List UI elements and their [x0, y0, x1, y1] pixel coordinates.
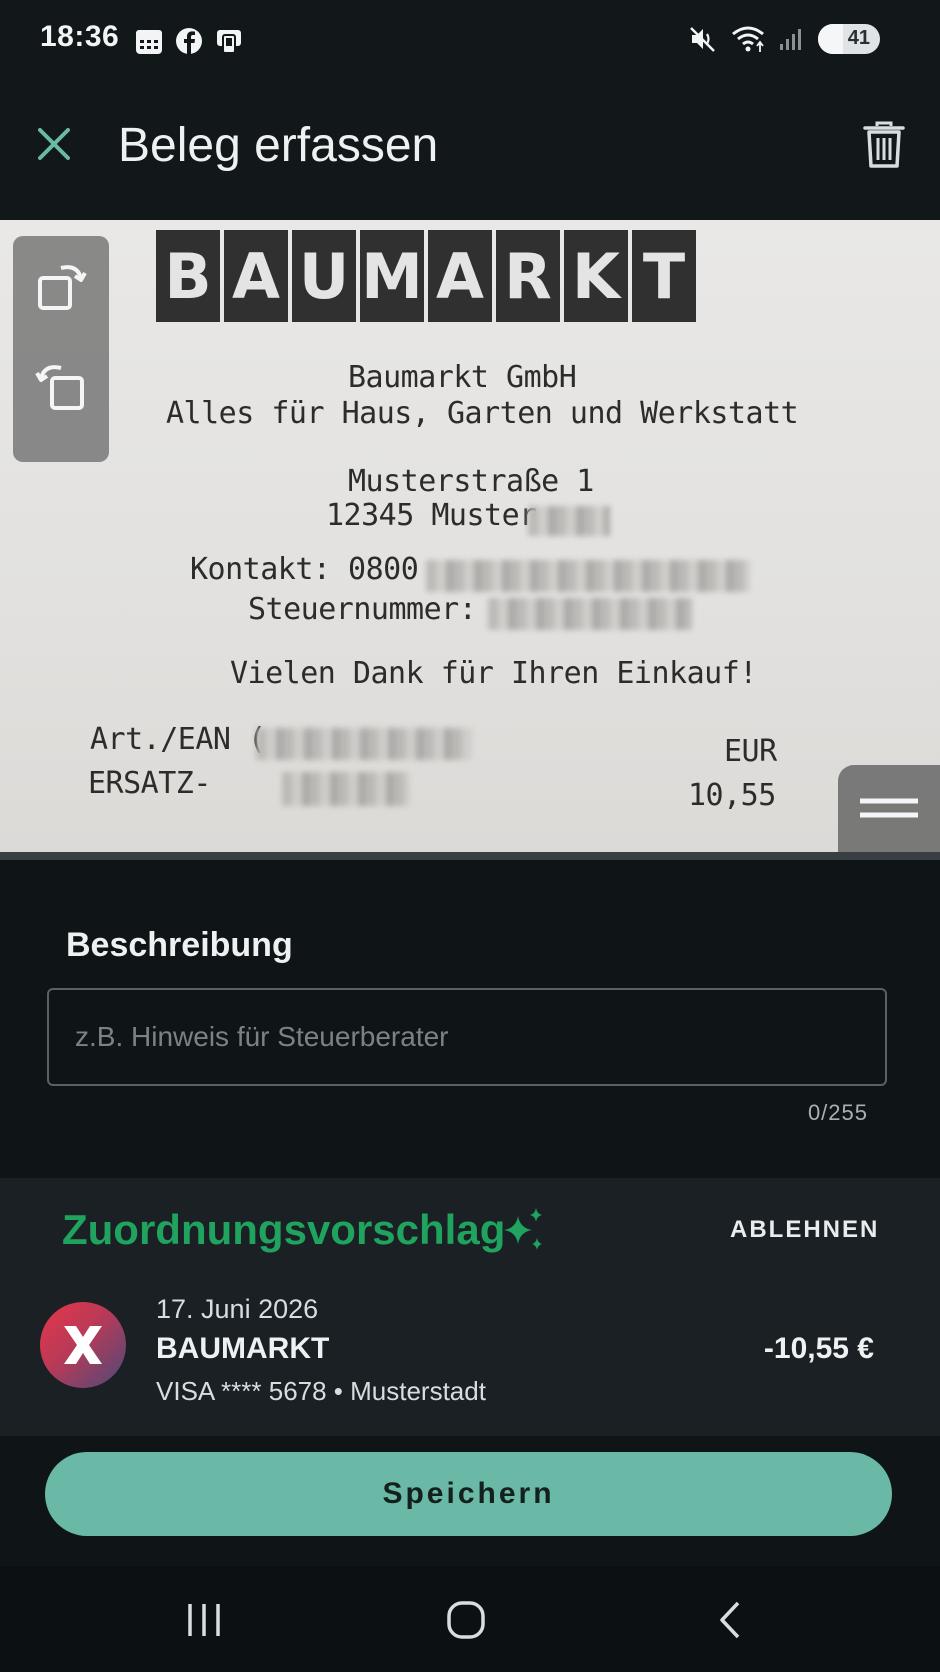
logo-letter: T: [632, 230, 696, 322]
wifi-icon: [732, 26, 764, 52]
logo-letter: B: [156, 230, 220, 322]
home-icon: [447, 1601, 485, 1639]
back-icon: [720, 1601, 740, 1639]
redacted-area: [282, 772, 410, 806]
description-label: Beschreibung: [66, 926, 293, 964]
suggestion-title: Zuordnungsvorschlag: [62, 1206, 506, 1253]
mute-icon: [690, 27, 715, 52]
receipt-slogan: Alles für Haus, Garten und Werkstatt: [166, 396, 799, 431]
logo-letter: M: [360, 230, 424, 322]
transaction-merchant: BAUMARKT: [156, 1332, 330, 1365]
logo-letter: A: [428, 230, 492, 322]
phone-card-icon: [217, 30, 241, 54]
character-counter: 0/255: [807, 1100, 868, 1125]
rotate-toolbar: [13, 236, 109, 462]
logo-letter: A: [224, 230, 288, 322]
receipt-company: Baumarkt GmbH: [348, 360, 577, 395]
merchant-logo-icon: [64, 1326, 102, 1364]
reject-button[interactable]: ABLEHNEN: [730, 1216, 879, 1244]
logo-letter: R: [496, 230, 560, 322]
receipt-thanks: Vielen Dank für Ihren Einkauf!: [230, 656, 757, 691]
receipt-street: Musterstraße 1: [348, 464, 594, 499]
redacted-area: [488, 598, 692, 630]
redacted-area: [256, 728, 472, 760]
rotate-left-button[interactable]: [13, 336, 109, 436]
transaction-card-info: VISA **** 5678 • Musterstadt: [156, 1376, 486, 1406]
transaction-amount: -10,55 €: [763, 1332, 874, 1365]
back-button[interactable]: [700, 1592, 760, 1648]
facebook-icon: [176, 28, 202, 54]
receipt-item: ERSATZ-: [88, 766, 211, 801]
sparkle-icon: [504, 1208, 542, 1250]
menu-handle-button[interactable]: [838, 765, 940, 852]
calendar-icon: [136, 30, 162, 54]
redacted-area: [426, 560, 750, 592]
merchant-avatar: [40, 1302, 126, 1388]
logo-letter: K: [564, 230, 628, 322]
receipt-price: 10,55: [688, 778, 776, 813]
status-time: 18:36: [40, 20, 120, 53]
rotate-left-icon: [35, 365, 84, 410]
recent-apps-icon: [188, 1604, 220, 1636]
page-title: Beleg erfassen: [118, 119, 439, 172]
save-button[interactable]: Speichern: [45, 1452, 892, 1536]
receipt-logo: B A U M A R K T: [156, 230, 696, 322]
redacted-area: [528, 506, 610, 536]
home-button[interactable]: [436, 1592, 496, 1648]
receipt-contact: Kontakt: 0800: [190, 552, 419, 587]
receipt-art-ean: Art./EAN (: [90, 722, 266, 757]
signal-icon: [780, 29, 801, 50]
rotate-right-icon: [38, 265, 87, 310]
description-input[interactable]: [49, 990, 885, 1084]
description-field[interactable]: [47, 988, 887, 1086]
recent-apps-button[interactable]: [174, 1592, 234, 1648]
receipt-city: 12345 Muster: [326, 498, 537, 533]
receipt-divider: [0, 852, 940, 860]
logo-letter: U: [292, 230, 356, 322]
battery-indicator: 41: [818, 24, 880, 54]
status-right-icons: 41: [688, 24, 880, 54]
battery-level: 41: [847, 27, 870, 49]
trash-icon[interactable]: [862, 120, 906, 170]
transaction-date: 17. Juni 2026: [156, 1294, 319, 1324]
menu-handle-icon: [860, 798, 918, 818]
rotate-right-button[interactable]: [13, 236, 109, 336]
status-left-icons: [134, 26, 244, 56]
close-icon[interactable]: [34, 124, 74, 164]
receipt-taxnumber: Steuernummer:: [248, 592, 477, 627]
receipt-currency: EUR: [724, 734, 777, 769]
